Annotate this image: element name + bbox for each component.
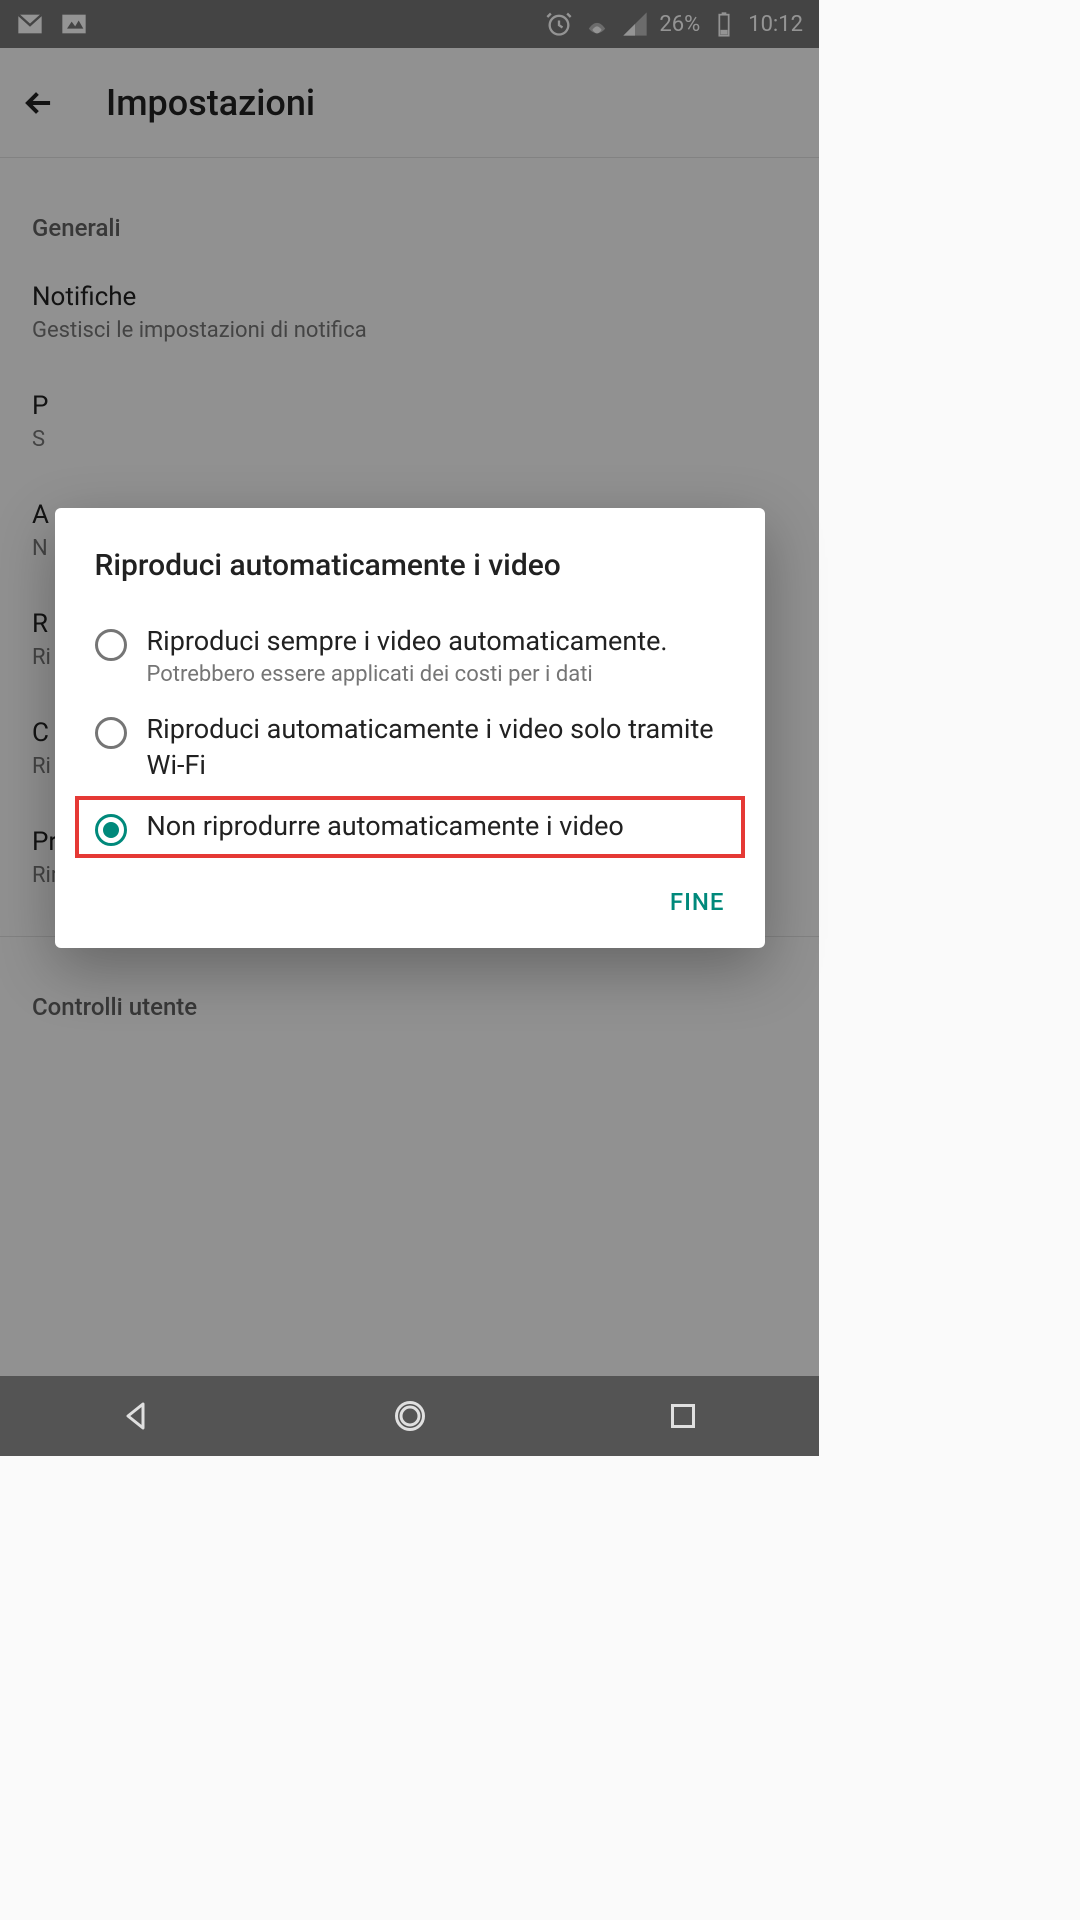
radio-label: Riproduci sempre i video automaticamente…: [147, 623, 725, 659]
radio-option-never[interactable]: Non riprodurre automaticamente i video: [95, 808, 725, 846]
autoplay-dialog: Riproduci automaticamente i video Riprod…: [55, 508, 765, 947]
radio-option-always[interactable]: Riproduci sempre i video automaticamente…: [55, 611, 765, 698]
nav-back-icon[interactable]: [119, 1398, 155, 1434]
radio-label: Non riprodurre automaticamente i video: [147, 808, 725, 844]
highlight-annotation: Non riprodurre automaticamente i video: [75, 796, 745, 858]
radio-sublabel: Potrebbero essere applicati dei costi pe…: [147, 662, 725, 687]
nav-home-icon[interactable]: [392, 1398, 428, 1434]
nav-recent-icon[interactable]: [665, 1398, 701, 1434]
done-button[interactable]: FINE: [670, 888, 725, 916]
dialog-overlay[interactable]: Riproduci automaticamente i video Riprod…: [0, 0, 819, 1456]
dialog-title: Riproduci automaticamente i video: [55, 548, 765, 583]
navigation-bar: [0, 1376, 819, 1456]
radio-option-wifi[interactable]: Riproduci automaticamente i video solo t…: [55, 699, 765, 796]
radio-label: Riproduci automaticamente i video solo t…: [147, 711, 725, 784]
radio-icon: [95, 629, 127, 661]
radio-icon: [95, 717, 127, 749]
radio-icon-selected: [95, 814, 127, 846]
